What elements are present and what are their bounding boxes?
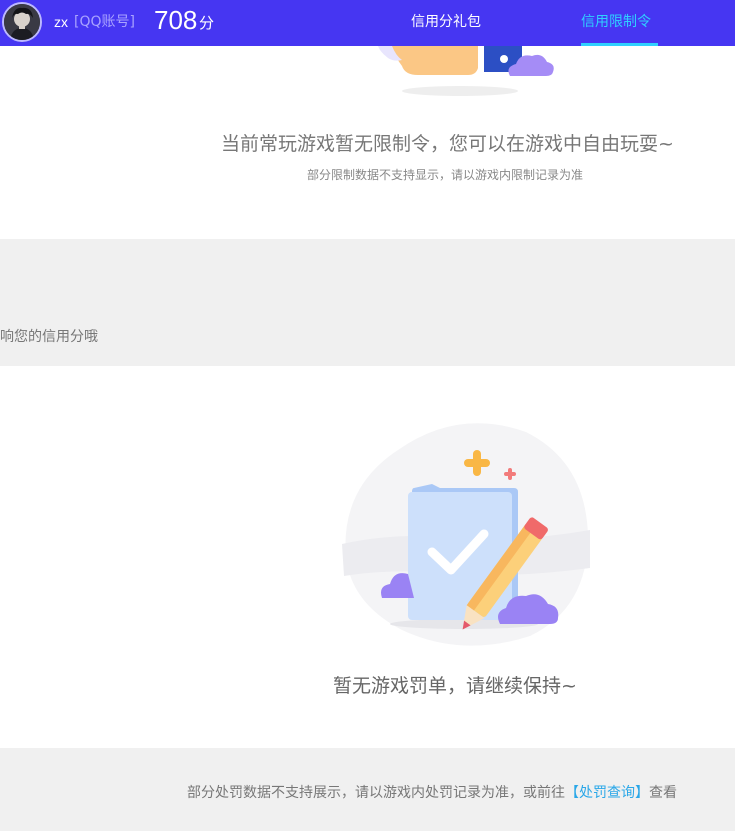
tab-credit-limit[interactable]: 信用限制令 bbox=[581, 13, 651, 31]
credit-info-text: 响您的信用分哦 bbox=[0, 329, 98, 345]
no-limits-illustration bbox=[378, 46, 554, 96]
penalty-data-note: 部分处罚数据不支持展示，请以游戏内处罚记录为准，或前往【处罚查询】查看 bbox=[187, 784, 677, 802]
limits-section: 当前常玩游戏暂无限制令，您可以在游戏中自由玩耍~ 部分限制数据不支持显示，请以游… bbox=[0, 46, 735, 239]
penalty-note-suffix: 查看 bbox=[649, 785, 677, 801]
top-nav-bar: zx [QQ账号] 708 分 信用分礼包 信用限制令 bbox=[0, 0, 735, 46]
no-limits-message: 当前常玩游戏暂无限制令，您可以在游戏中自由玩耍~ bbox=[221, 133, 674, 155]
avatar-image bbox=[4, 4, 40, 40]
credit-score: 708 bbox=[154, 5, 198, 35]
info-band: 响您的信用分哦 bbox=[0, 239, 735, 366]
tab-credit-gift[interactable]: 信用分礼包 bbox=[411, 13, 481, 31]
credit-score-unit: 分 bbox=[199, 14, 215, 32]
user-avatar[interactable] bbox=[2, 2, 42, 42]
penalty-query-link[interactable]: 【处罚查询】 bbox=[565, 785, 649, 801]
active-tab-indicator bbox=[581, 43, 658, 46]
penalties-section: 暂无游戏罚单，请继续保持~ bbox=[0, 366, 735, 748]
limits-data-note: 部分限制数据不支持显示，请以游戏内限制记录为准 bbox=[307, 168, 584, 182]
penalty-note-text: 部分处罚数据不支持展示，请以游戏内处罚记录为准，或前往 bbox=[187, 785, 565, 801]
penalty-note-band: 部分处罚数据不支持展示，请以游戏内处罚记录为准，或前往【处罚查询】查看 bbox=[0, 748, 735, 831]
no-penalty-illustration bbox=[342, 423, 590, 646]
no-penalty-message: 暂无游戏罚单，请继续保持~ bbox=[333, 675, 577, 697]
username: zx bbox=[54, 14, 68, 30]
account-type-label: [QQ账号] bbox=[74, 14, 135, 30]
